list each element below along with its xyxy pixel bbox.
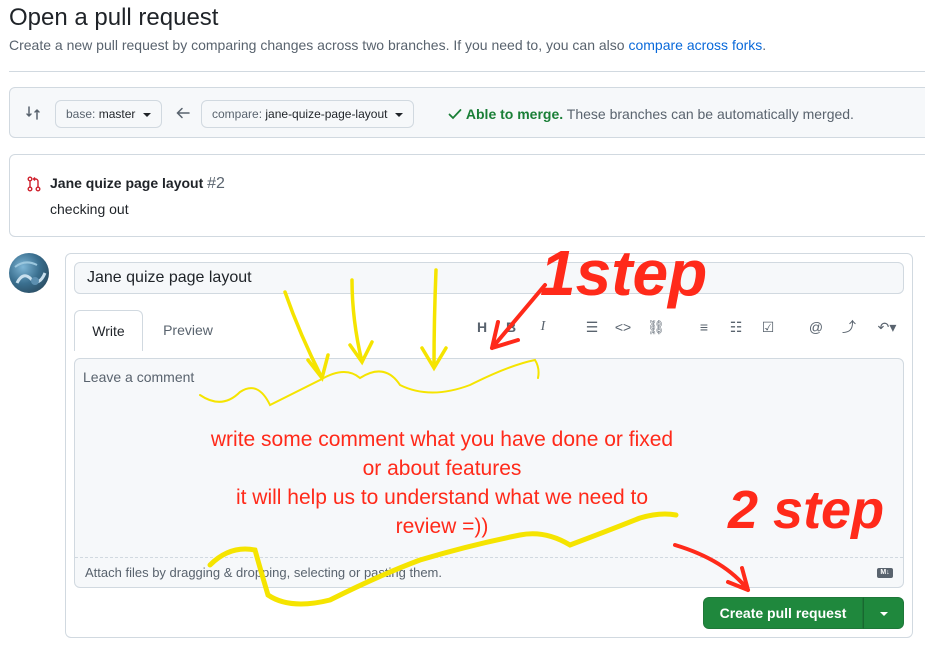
base-branch-name: master	[98, 107, 136, 121]
tab-write[interactable]: Write	[74, 310, 143, 351]
link-icon[interactable]: ⛓	[645, 316, 667, 338]
task-list-icon[interactable]: ☑	[757, 316, 779, 338]
quote-icon[interactable]: ☰	[581, 316, 603, 338]
base-branch-selector[interactable]: base: master	[55, 100, 162, 128]
compare-prefix: compare:	[212, 107, 263, 121]
chevron-down-icon	[394, 112, 403, 117]
pull-request-icon	[27, 176, 41, 192]
chevron-down-icon	[142, 112, 151, 117]
avatar-image	[14, 261, 47, 285]
page-subtitle: Create a new pull request by comparing c…	[9, 37, 766, 53]
tab-preview[interactable]: Preview	[150, 310, 226, 350]
commit-title-text: Jane quize page layout	[50, 175, 204, 191]
subtitle-text: Create a new pull request by comparing c…	[9, 37, 625, 53]
base-prefix: base:	[66, 107, 96, 121]
comment-textarea[interactable]	[75, 359, 903, 557]
attach-files-bar[interactable]: Attach files by dragging & dropping, sel…	[75, 557, 903, 587]
avatar[interactable]	[9, 253, 49, 293]
commit-title: Jane quize page layout #2	[50, 175, 225, 193]
heading-icon[interactable]: H	[471, 316, 493, 338]
pr-title-input[interactable]	[74, 262, 904, 294]
merge-status-text: These branches can be automatically merg…	[566, 106, 854, 122]
branch-compare-bar: base: master compare: jane-quize-page-la…	[9, 87, 925, 138]
comment-editor: Attach files by dragging & dropping, sel…	[74, 358, 904, 588]
compare-arrows-icon	[26, 106, 40, 120]
divider	[9, 71, 925, 72]
attach-files-text: Attach files by dragging & dropping, sel…	[85, 565, 442, 580]
compare-branch-name: jane-quize-page-layout	[265, 107, 388, 121]
ordered-list-icon[interactable]: ☷	[725, 316, 747, 338]
pr-number[interactable]: #2	[207, 175, 225, 192]
code-icon[interactable]: <>	[612, 316, 634, 338]
chevron-down-icon	[880, 612, 888, 616]
commit-description: checking out	[50, 201, 129, 217]
undo-icon[interactable]: ↶▾	[872, 316, 902, 338]
unordered-list-icon[interactable]: ≡	[693, 316, 715, 338]
compare-forks-link[interactable]: compare across forks	[628, 37, 762, 53]
page-title: Open a pull request	[9, 4, 219, 31]
check-icon	[448, 109, 462, 120]
bold-icon[interactable]: B	[500, 316, 522, 338]
subtitle-end: .	[762, 37, 767, 53]
merge-status: Able to merge. These branches can be aut…	[448, 106, 854, 122]
arrow-left-icon	[176, 107, 190, 119]
merge-ok-label: Able to merge.	[465, 106, 564, 122]
create-options-dropdown[interactable]	[863, 597, 904, 629]
mention-icon[interactable]: @	[805, 316, 827, 338]
compare-branch-selector[interactable]: compare: jane-quize-page-layout	[201, 100, 414, 128]
markdown-icon[interactable]: M↓	[877, 568, 893, 578]
commit-summary-card: Jane quize page layout #2 checking out	[9, 154, 925, 237]
create-pull-request-button[interactable]: Create pull request	[703, 597, 863, 629]
reference-icon[interactable]: ⤴	[838, 316, 860, 338]
italic-icon[interactable]: I	[532, 316, 554, 338]
